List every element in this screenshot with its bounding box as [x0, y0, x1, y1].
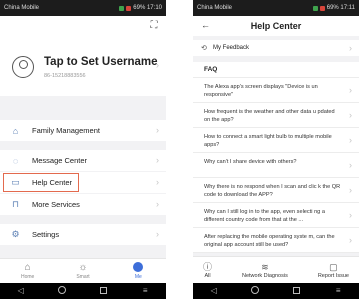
- carrier-label: China Mobile: [4, 5, 40, 11]
- page-title: Help Center: [250, 21, 302, 31]
- back-nav-icon[interactable]: ◁: [204, 287, 224, 295]
- my-feedback-row[interactable]: ⟲ My Feedback ›: [193, 40, 359, 56]
- faq-question: The Alexa app's screen displays "Device …: [204, 84, 318, 98]
- carrier-label: China Mobile: [197, 5, 233, 11]
- tab-label: All: [204, 273, 211, 279]
- faq-list: The Alexa app's screen displays "Device …: [193, 78, 359, 253]
- faq-question: After replacing the mobile operating sys…: [204, 234, 335, 248]
- tab-label: Home: [20, 274, 35, 280]
- app-notification-icon: [126, 5, 132, 11]
- tab-bar: ⌂ Home ☼ Smart Me: [0, 258, 166, 283]
- help-center-screen: China Mobile 69% 17:11 ← Help Center ⟲ M…: [193, 0, 359, 299]
- menu-family-management[interactable]: ⌂ Family Management ›: [0, 120, 166, 141]
- back-nav-icon[interactable]: ◁: [11, 287, 31, 295]
- me-screen: China Mobile 69% 17:10 ⛶ Tap to Set User…: [0, 0, 166, 299]
- app-notification-icon: [319, 5, 325, 11]
- faq-item[interactable]: The Alexa app's screen displays "Device …: [193, 78, 359, 103]
- chevron-right-icon: ›: [349, 43, 352, 53]
- home-nav-icon[interactable]: [52, 286, 72, 296]
- menu-nav-icon[interactable]: ≡: [135, 287, 155, 295]
- feedback-icon: ⟲: [201, 45, 207, 52]
- faq-item[interactable]: How frequent is the weather and other da…: [193, 103, 359, 128]
- menu-label: More Services: [32, 200, 80, 209]
- chevron-right-icon: ›: [349, 235, 352, 245]
- menu-nav-icon[interactable]: ≡: [328, 287, 348, 295]
- chevron-right-icon: ›: [349, 110, 352, 120]
- tab-label: Network Diagnosis: [241, 273, 288, 279]
- faq-question: Why there is no respond when I scan and …: [204, 184, 341, 198]
- chevron-right-icon: ›: [156, 125, 159, 135]
- recents-nav-icon[interactable]: [94, 286, 114, 296]
- chevron-right-icon: ›: [156, 229, 159, 239]
- back-arrow-icon[interactable]: ←: [201, 20, 210, 30]
- help-bottom-bar: ⓘ All ≋ Network Diagnosis ▢ Report Issue: [193, 256, 359, 283]
- faq-item[interactable]: After replacing the mobile operating sys…: [193, 228, 359, 253]
- home-icon: ⌂: [24, 262, 31, 273]
- faq-item[interactable]: Why can't I share device with others? ›: [193, 153, 359, 178]
- report-icon: ▢: [329, 262, 338, 272]
- bookmark-icon: ⊓: [11, 199, 20, 209]
- chevron-right-icon: ›: [349, 160, 352, 170]
- menu-more-services[interactable]: ⊓ More Services ›: [0, 194, 166, 215]
- message-icon: ◌: [12, 155, 19, 166]
- chevron-right-icon: ›: [156, 199, 159, 209]
- tab-label: Me: [134, 274, 142, 280]
- home-icon: ⌂: [12, 125, 19, 136]
- chevron-right-icon: ›: [349, 85, 352, 95]
- tab-report-issue[interactable]: ▢ Report Issue: [318, 261, 349, 279]
- faq-item[interactable]: How to connect a smart light bulb to mul…: [193, 128, 359, 153]
- menu-label: Settings: [32, 230, 60, 239]
- profile-card[interactable]: ⛶ Tap to Set Username 86-15218883556 ›: [0, 16, 166, 96]
- chevron-right-icon: ›: [349, 185, 352, 195]
- battery-time: 69% 17:10: [133, 5, 162, 11]
- profile-icon: [133, 262, 144, 272]
- app-notification-icon: [119, 5, 125, 11]
- info-icon: ⓘ: [203, 262, 213, 272]
- home-nav-icon[interactable]: [245, 286, 265, 296]
- chevron-right-icon: ›: [349, 135, 352, 145]
- faq-question: Why can I still log in to the app, even …: [204, 209, 325, 223]
- battery-time: 69% 17:11: [326, 5, 355, 11]
- scan-icon[interactable]: ⛶: [148, 20, 160, 31]
- status-bar: China Mobile 69% 17:11: [193, 0, 359, 16]
- help-icon: ▭: [11, 177, 20, 187]
- chevron-right-icon: ›: [349, 210, 352, 220]
- app-notification-icon: [312, 5, 318, 11]
- phone-number: 86-15218883556: [44, 73, 86, 79]
- menu-label: Message Center: [32, 156, 88, 165]
- faq-question: Why can't I share device with others?: [204, 159, 297, 165]
- menu-message-center[interactable]: ◌ Message Center ›: [0, 150, 166, 171]
- faq-question: How to connect a smart light bulb to mul…: [204, 134, 332, 148]
- wifi-icon: ≋: [261, 262, 269, 272]
- gear-icon: ⚙: [11, 229, 20, 239]
- chevron-right-icon: ›: [156, 155, 159, 165]
- menu-settings[interactable]: ⚙ Settings ›: [0, 224, 166, 245]
- faq-question: How frequent is the weather and other da…: [204, 109, 335, 123]
- tab-label: Smart: [76, 274, 90, 280]
- chevron-right-icon: ›: [156, 177, 159, 187]
- header: ← Help Center: [193, 16, 359, 36]
- avatar[interactable]: [12, 56, 34, 78]
- tab-all[interactable]: ⓘ All: [203, 261, 212, 279]
- username[interactable]: Tap to Set Username: [44, 56, 158, 68]
- faq-item[interactable]: Why there is no respond when I scan and …: [193, 178, 359, 203]
- tab-network-diagnosis[interactable]: ≋ Network Diagnosis: [242, 261, 288, 279]
- chevron-right-icon: ›: [156, 60, 159, 70]
- tab-me[interactable]: Me: [118, 262, 158, 280]
- android-nav-bar: ◁ ≡: [0, 283, 166, 299]
- faq-item[interactable]: Why can I still log in to the app, even …: [193, 203, 359, 228]
- status-bar: China Mobile 69% 17:10: [0, 0, 166, 16]
- menu-help-center[interactable]: ▭ Help Center ›: [0, 172, 166, 193]
- tab-smart[interactable]: ☼ Smart: [63, 262, 103, 280]
- recents-nav-icon[interactable]: [287, 286, 307, 296]
- feedback-label: My Feedback: [213, 45, 250, 51]
- tab-home[interactable]: ⌂ Home: [8, 262, 48, 280]
- faq-heading: FAQ: [193, 62, 359, 78]
- menu-label: Family Management: [32, 126, 100, 135]
- sun-icon: ☼: [78, 262, 88, 273]
- android-nav-bar: ◁ ≡: [193, 283, 359, 299]
- tab-label: Report Issue: [317, 273, 349, 279]
